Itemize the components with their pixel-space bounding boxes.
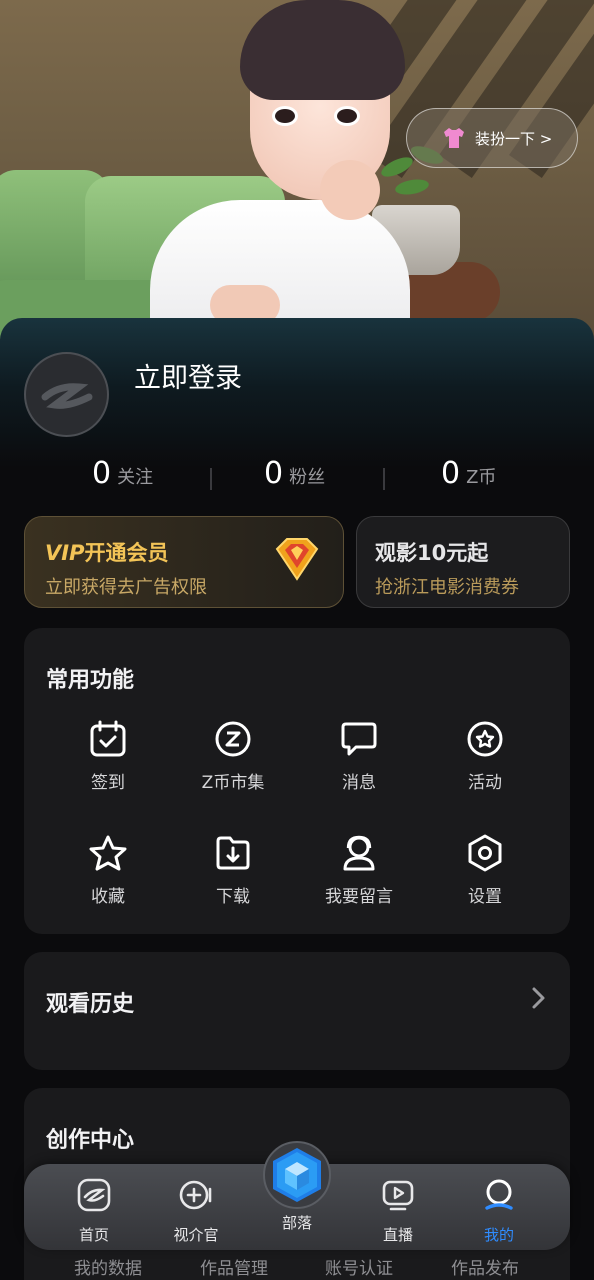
- vip-subtitle: 立即获得去广告权限: [45, 577, 207, 598]
- movie-subtitle: 抢浙江电影消费券: [375, 577, 519, 598]
- star-icon: [89, 835, 127, 871]
- message-icon: [341, 722, 377, 756]
- movie-coupon-card[interactable]: 观影10元起 抢浙江电影消费券: [356, 516, 570, 608]
- downloads-button[interactable]: 下载: [173, 834, 293, 907]
- activities-button[interactable]: 活动: [425, 720, 545, 793]
- common-functions-card: 常用功能 签到 Z币市集 消息 活动 收藏 下载 我要留言 设置: [24, 628, 570, 934]
- checkin-button[interactable]: 签到: [48, 720, 168, 793]
- stat-zcoin[interactable]: 0 Z币: [441, 456, 496, 491]
- zcoin-market-button[interactable]: Z币市集: [173, 720, 293, 793]
- watch-history-card[interactable]: 观看历史: [24, 952, 570, 1070]
- vip-title: VIP开通会员: [45, 541, 169, 565]
- vip-card[interactable]: VIP开通会员 立即获得去广告权限: [24, 516, 344, 608]
- login-button[interactable]: 立即登录: [134, 356, 242, 395]
- nav-mine[interactable]: 我的: [459, 1178, 539, 1245]
- section-title: 常用功能: [46, 668, 135, 693]
- avatar-scene: 装扮一下 >: [0, 0, 594, 340]
- nav-video-curator[interactable]: 视介官: [156, 1178, 236, 1245]
- calendar-check-icon: [90, 720, 126, 757]
- download-icon: [216, 836, 250, 870]
- settings-button[interactable]: 设置: [425, 834, 545, 907]
- profile-icon: [485, 1179, 513, 1210]
- account-verify-link[interactable]: 账号认证: [325, 1254, 393, 1279]
- z-coin-icon: [215, 721, 251, 757]
- nav-live[interactable]: 直播: [358, 1178, 438, 1245]
- home-logo-icon: [77, 1178, 111, 1212]
- works-manage-link[interactable]: 作品管理: [200, 1254, 268, 1279]
- live-play-icon: [382, 1180, 414, 1211]
- dress-up-button[interactable]: 装扮一下 >: [406, 108, 578, 168]
- stat-fans[interactable]: 0 粉丝: [264, 456, 325, 491]
- chevron-right-icon: [532, 987, 545, 1009]
- nav-home[interactable]: 首页: [54, 1178, 134, 1245]
- avatar[interactable]: [24, 352, 109, 437]
- my-data-link[interactable]: 我的数据: [74, 1254, 142, 1279]
- dress-up-label: 装扮一下 >: [475, 129, 553, 148]
- movie-title: 观影10元起: [375, 541, 489, 565]
- profile-panel: 立即登录 0 关注 0 粉丝 0 Z币 VIP开通会员 立即获得去广告权限 观影…: [0, 318, 594, 1280]
- z-logo-icon: [41, 382, 92, 409]
- leave-message-button[interactable]: 我要留言: [299, 834, 419, 907]
- star-badge-icon: [467, 721, 503, 757]
- cube-icon[interactable]: [262, 1140, 332, 1210]
- stat-following[interactable]: 0 关注: [92, 456, 153, 491]
- section-title: 观看历史: [46, 992, 135, 1017]
- section-title: 创作中心: [46, 1128, 135, 1153]
- publish-works-link[interactable]: 作品发布: [451, 1254, 519, 1279]
- diamond-icon: [275, 538, 319, 581]
- support-icon: [343, 835, 375, 871]
- stats-row: 0 关注 0 粉丝 0 Z币: [0, 456, 594, 506]
- shirt-icon: [444, 128, 464, 148]
- messages-button[interactable]: 消息: [299, 720, 419, 793]
- favorites-button[interactable]: 收藏: [48, 834, 168, 907]
- video-add-icon: [179, 1180, 212, 1210]
- settings-icon: [468, 834, 502, 872]
